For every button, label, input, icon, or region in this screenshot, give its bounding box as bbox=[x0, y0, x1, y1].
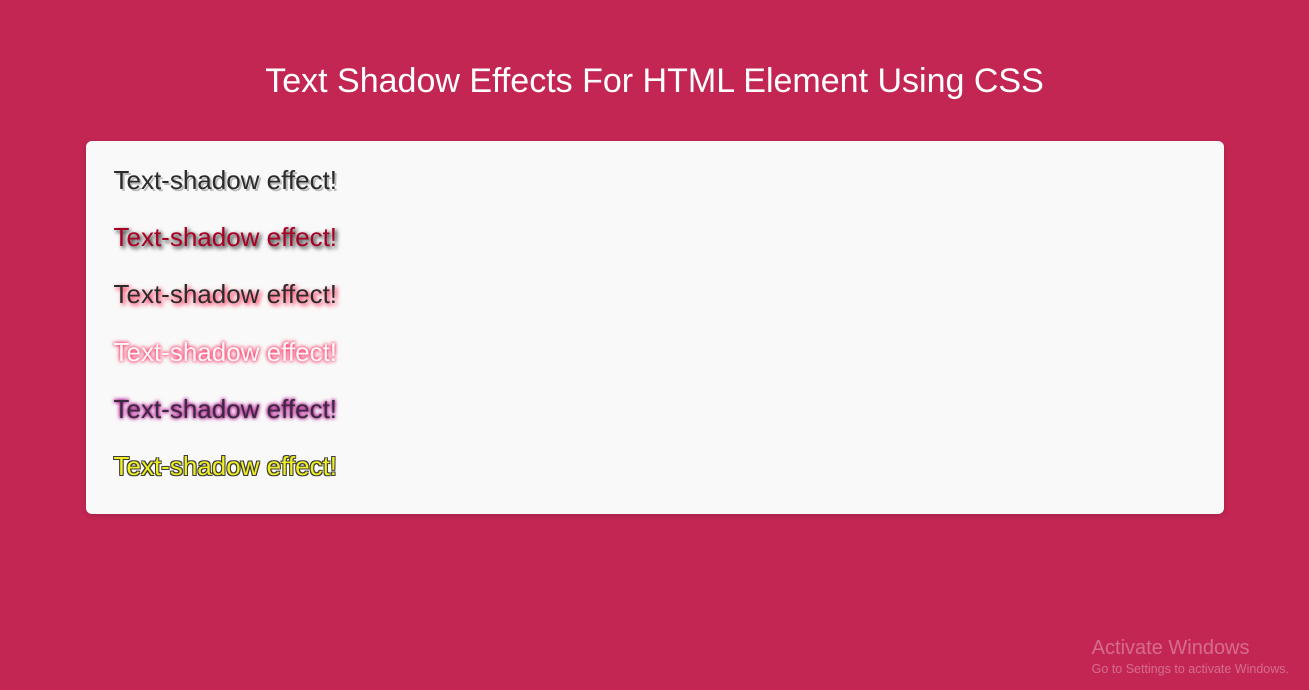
text-shadow-example-5: Text-shadow effect! bbox=[114, 394, 1196, 425]
text-shadow-example-4: Text-shadow effect! bbox=[114, 337, 1196, 368]
watermark-subtitle: Go to Settings to activate Windows. bbox=[1092, 662, 1289, 676]
text-shadow-example-2: Text-shadow effect! bbox=[114, 222, 1196, 253]
demo-card: Text-shadow effect! Text-shadow effect! … bbox=[86, 141, 1224, 514]
text-shadow-example-6: Text-shadow effect! bbox=[114, 451, 1196, 482]
watermark-title: Activate Windows bbox=[1092, 637, 1289, 660]
text-shadow-example-1: Text-shadow effect! bbox=[114, 165, 1196, 196]
page-title: Text Shadow Effects For HTML Element Usi… bbox=[0, 62, 1309, 101]
text-shadow-example-3: Text-shadow effect! bbox=[114, 279, 1196, 310]
windows-activation-watermark: Activate Windows Go to Settings to activ… bbox=[1092, 637, 1289, 676]
